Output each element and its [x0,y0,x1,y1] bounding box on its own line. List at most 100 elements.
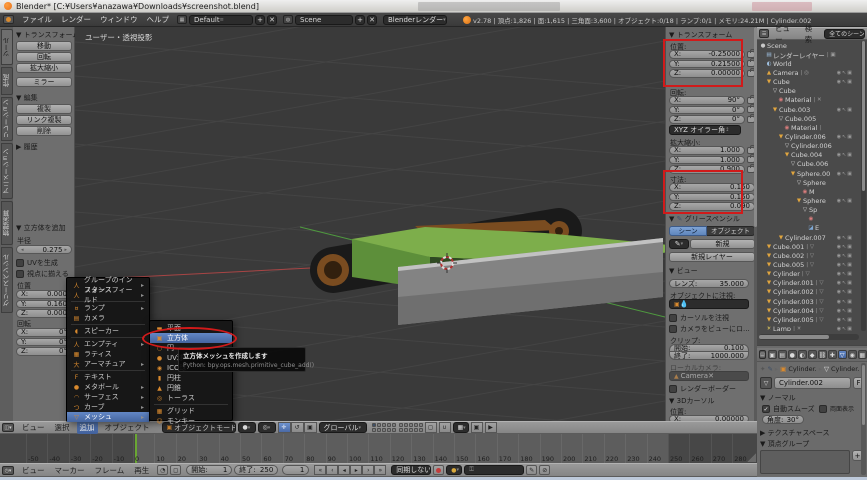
visibility-eye-icon[interactable]: ◉ [837,262,841,268]
outliner-h-scrollbar[interactable] [759,334,859,340]
timeline-canvas[interactable]: -50-40-30-20-100102030405060708090100110… [0,434,757,463]
render-opengl-icon[interactable]: ▣ [471,422,483,433]
axis-field-Y[interactable]: Y:0° [669,106,745,115]
selectable-cursor-icon[interactable]: ↖ [842,326,846,331]
orientation-selector[interactable]: グローバル▾ [319,422,367,433]
tool-button-拡大縮小[interactable]: 拡大縮小 [16,63,72,73]
editor-type-icon[interactable]: ◷▾ [2,466,14,475]
panel-header-edit[interactable]: ▼ 編集 [16,93,38,103]
layer-dot-0[interactable] [372,423,376,427]
layer-selector[interactable] [372,423,423,432]
axis-field-Z[interactable]: Z:0.900 [669,165,745,174]
selectable-cursor-icon[interactable]: ↖ [842,271,846,277]
axis-field-X[interactable]: X:1.000 [669,146,745,155]
visibility-eye-icon[interactable]: ◉ [837,134,841,140]
tab-material[interactable]: ◉ [848,350,857,359]
timeline-menu-フレーム[interactable]: フレーム [92,464,128,477]
keying-set-field[interactable]: ⚿ [464,465,524,475]
visibility-eye-icon[interactable]: ◉ [837,271,841,277]
outliner-row-レンダーレイヤー-1[interactable]: ▤レンダーレイヤー | ▣ [759,50,859,59]
axis-field-X[interactable]: X:90° [669,96,745,105]
delete-scene-button[interactable]: ✕ [367,15,377,25]
outliner-row-Cube-5[interactable]: ▽Cube [759,87,859,96]
record-button[interactable] [433,465,444,475]
visibility-eye-icon[interactable]: ◉ [837,79,841,85]
renderable-camera-icon[interactable]: ▣ [847,280,852,286]
frame-start-field[interactable]: 開始:1 [186,465,232,475]
renderable-camera-icon[interactable]: ▣ [847,244,852,250]
renderable-camera-icon[interactable]: ▣ [847,152,852,158]
renderable-camera-icon[interactable]: ▣ [847,317,852,323]
layer-dot-5[interactable] [372,428,376,432]
panel-header-3d-cursor[interactable]: ▼ 3Dカーソル [669,396,714,406]
visibility-eye-icon[interactable]: ◉ [837,289,841,295]
renderable-camera-icon[interactable]: ▣ [847,271,852,277]
add-menu-item-サーフェス[interactable]: ◠サーフェス▸ [67,392,149,402]
clip-start-field[interactable]: 開始:0.100 [669,344,749,352]
add-menu-item-ラティス[interactable]: ▦ラティス [67,349,149,359]
scale-manipulator[interactable]: ▣ [304,422,317,433]
visibility-eye-icon[interactable]: ◉ [837,308,841,314]
pin-icon[interactable]: ✎ [767,365,772,373]
info-menu-0[interactable]: ファイル [22,14,52,25]
mesh-submenu-item-立方体[interactable]: ▣立方体 [150,333,232,343]
selectable-cursor-icon[interactable]: ↖ [842,253,846,259]
outliner-row-Scene-0[interactable]: ●Scene [759,41,859,50]
shading-selector[interactable]: ●▾ [238,422,256,433]
renderable-camera-icon[interactable]: ▣ [847,326,852,331]
selectable-cursor-icon[interactable]: ↖ [842,262,846,268]
tool-button-削除[interactable]: 削除 [16,126,72,136]
outliner-row-Cube.002-23[interactable]: ▼Cube.002 | ▽◉↖▣ [759,251,859,260]
viewport-menu-選択[interactable]: 選択 [52,421,73,434]
generate-uv-checkbox[interactable]: UVを生成 [16,258,58,268]
layer-dot-3[interactable] [387,423,391,427]
align-to-view-checkbox[interactable]: 視点に揃える [16,269,69,279]
layer-dot-18[interactable] [414,428,418,432]
editor-type-icon[interactable]: ◫▾ [2,423,14,432]
mesh-data-icon[interactable]: ▽ [760,377,772,389]
outliner-row-Material-9[interactable]: ◉Material | [759,123,859,132]
panel-header-grease-pencil[interactable]: ▼ ✎ グリースペンシル [669,214,757,224]
gp-scene-toggle[interactable]: シーン [669,226,707,236]
tab-constraints[interactable]: ⛓ [818,350,827,359]
selectable-cursor-icon[interactable]: ↖ [842,308,846,314]
panel-header-texture-space[interactable]: ▶ テクスチャスペース [760,428,830,438]
outliner-row-Cube.004-12[interactable]: ▼Cube.004◉↖▣ [759,151,859,160]
breadcrumb-object[interactable]: Cylinder. [788,365,816,373]
outliner-row-Cylinder.002-27[interactable]: ▼Cylinder.002 | ▽◉↖▣ [759,288,859,297]
add-layout-button[interactable]: + [255,15,265,25]
tab-data[interactable]: ▽ [838,350,847,359]
tab-texture[interactable]: ▦ [858,350,867,359]
local-camera-field[interactable]: ▲Camera✕ [669,371,749,381]
tool-shelf-tab-0[interactable]: ツール [1,29,13,65]
selectable-cursor-icon[interactable]: ↖ [842,70,846,76]
rotate-manipulator[interactable]: ↺ [291,422,304,433]
selectable-cursor-icon[interactable]: ↖ [842,244,846,250]
tool-button-移動[interactable]: 移動 [16,41,72,51]
renderable-camera-icon[interactable]: ▣ [847,107,852,113]
scene-selector[interactable]: Scene [295,15,353,25]
outliner-row-Cube.005-8[interactable]: ▽Cube.005 [759,114,859,123]
visibility-eye-icon[interactable]: ◉ [837,326,841,331]
renderable-camera-icon[interactable]: ▣ [847,289,852,295]
outliner-row-Sphere.00-14[interactable]: ▼Sphere.00◉↖▣ [759,169,859,178]
outliner-row-Cylinder.006-11[interactable]: ▽Cylinder.006 [759,142,859,151]
outliner-row-Sphere-17[interactable]: ▼Sphere◉↖▣ [759,196,859,205]
add-menu-item-スピーカー[interactable]: ◖スピーカー [67,326,149,336]
translate-manipulator[interactable]: ✛ [278,422,291,433]
jump-start-button[interactable]: « [314,465,326,475]
outliner-row-Cube.005-24[interactable]: ▼Cube.005 | ▽◉↖▣ [759,260,859,269]
mirror-button[interactable]: ミラー [16,77,72,87]
pivot-selector[interactable]: ◎▾ [258,422,276,433]
keying-set-dropdown[interactable]: ●▾ [446,465,462,475]
tool-button-回転[interactable]: 回転 [16,52,72,62]
outliner-row-Cube.006-13[interactable]: ▽Cube.006 [759,160,859,169]
axis-field-X[interactable]: X:0.000 [16,290,72,299]
lens-field[interactable]: レンズ:35.000 [669,279,749,288]
axis-field-Y[interactable]: Y:0.160 [16,300,72,309]
visibility-eye-icon[interactable]: ◉ [837,253,841,259]
outliner-row-Cylinder.007-21[interactable]: ▼Cylinder.007◉↖▣ [759,233,859,242]
mesh-submenu-item-モンキー[interactable]: ☺モンキー [150,416,232,426]
double-sided-checkbox[interactable]: 両面表示 [819,404,854,413]
selectable-cursor-icon[interactable]: ↖ [842,134,846,140]
